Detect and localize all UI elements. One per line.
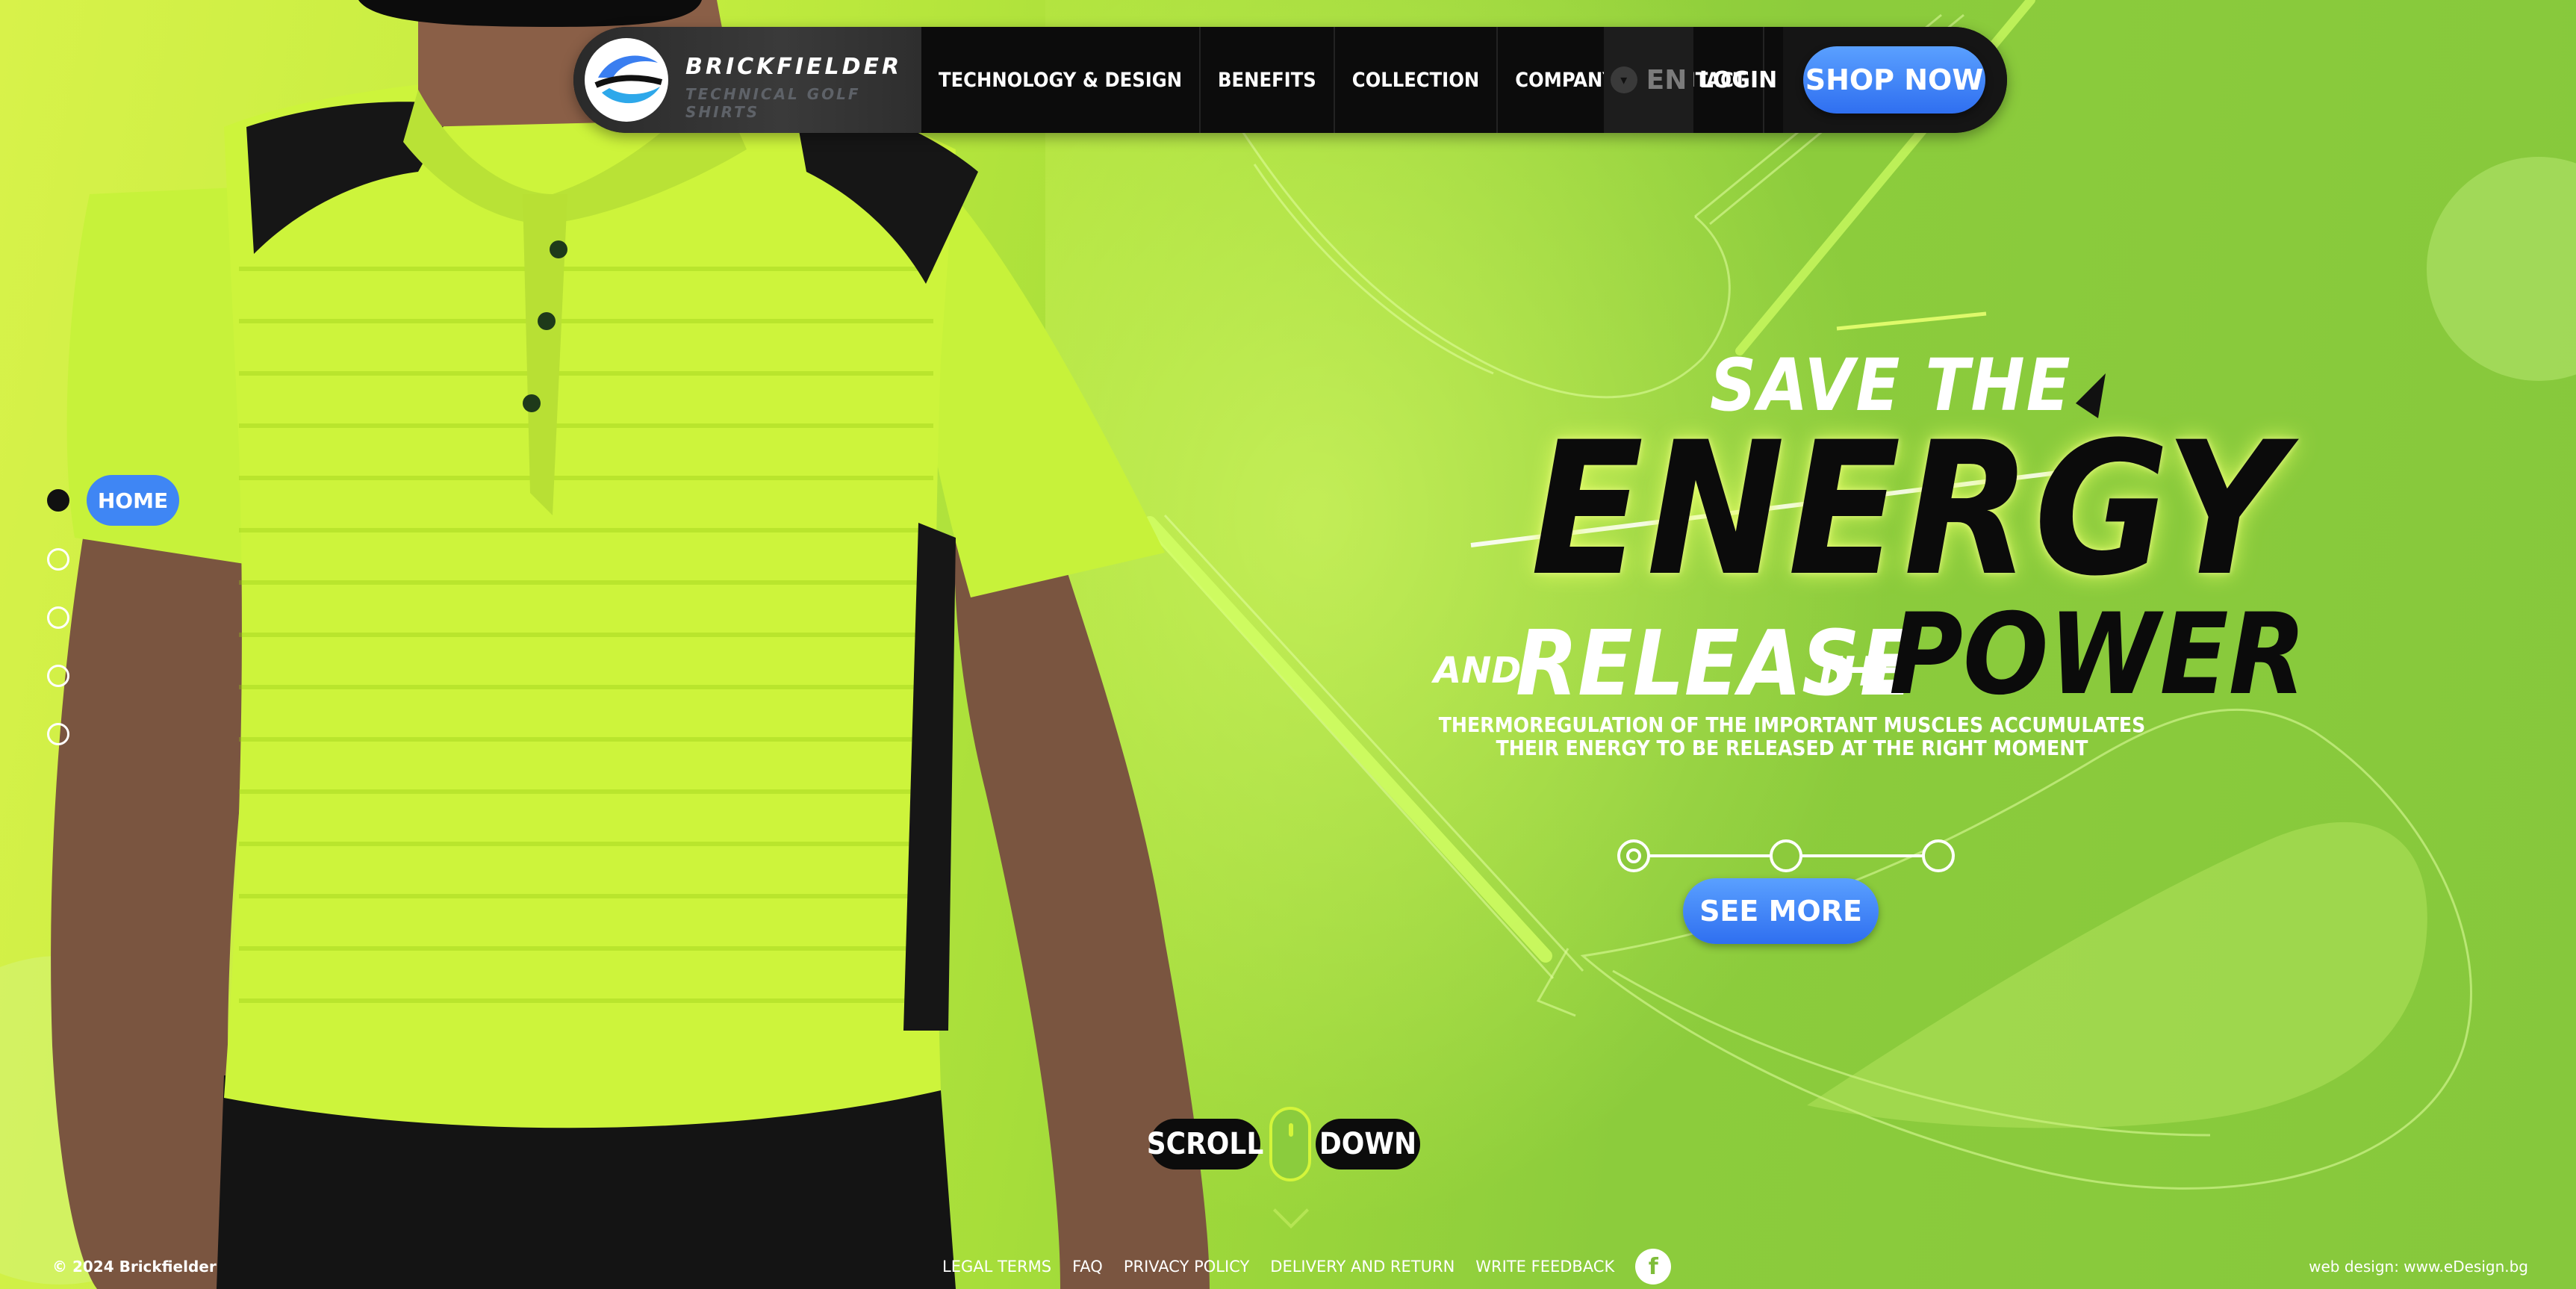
section-dot-3[interactable] — [47, 606, 69, 629]
hero-headline-power: POWER — [1889, 590, 2306, 720]
shirt-button — [523, 394, 541, 412]
shop-now-button[interactable]: SHOP NOW — [1803, 46, 1985, 114]
hero-headline-and: AND — [1434, 650, 1522, 692]
footer-link-write-feedback[interactable]: WRITE FEEDBACK — [1475, 1258, 1614, 1276]
nav-collection[interactable]: COLLECTION — [1335, 27, 1499, 133]
language-selector[interactable]: ▾ EN — [1604, 27, 1693, 133]
golf-ball-icon — [2427, 157, 2576, 381]
brand-tagline: TECHNICAL GOLF SHIRTS — [685, 85, 861, 121]
slide-dot-1[interactable] — [1617, 839, 1650, 872]
section-dot-4[interactable] — [47, 665, 69, 687]
slide-dot-2[interactable] — [1770, 839, 1802, 872]
login-link[interactable]: LOGIN — [1693, 27, 1783, 133]
section-dot-5[interactable] — [47, 723, 69, 745]
scroll-label[interactable]: SCROLL — [1147, 1119, 1263, 1170]
copyright-text: © 2024 Brickfielder — [52, 1258, 217, 1276]
brand-name: BRICKFIELDER — [685, 54, 903, 80]
footer-link-delivery-return[interactable]: DELIVERY AND RETURN — [1270, 1258, 1455, 1276]
language-label: EN — [1646, 64, 1687, 96]
hero-subtitle: THERMOREGULATION OF THE IMPORTANT MUSCLE… — [1419, 713, 2165, 760]
brickfielder-logo-icon — [585, 38, 668, 122]
design-credit[interactable]: web design: www.eDesign.bg — [2309, 1258, 2528, 1276]
footer-links: LEGAL TERMS FAQ PRIVACY POLICY DELIVERY … — [942, 1249, 1672, 1285]
brand-logo[interactable]: BRICKFIELDER TECHNICAL GOLF SHIRTS — [573, 27, 921, 133]
main-header: BRICKFIELDER TECHNICAL GOLF SHIRTS TECHN… — [573, 27, 2007, 133]
hero-subtitle-line-1: THERMOREGULATION OF THE IMPORTANT MUSCLE… — [1438, 712, 2146, 737]
hero-slide-indicator — [1614, 838, 1958, 874]
shirt-button — [538, 312, 556, 330]
slide-dot-3[interactable] — [1922, 839, 1955, 872]
shirt-button — [550, 240, 567, 258]
section-label-home[interactable]: HOME — [87, 475, 179, 526]
hero-headline-energy: ENERGY — [1531, 403, 2289, 617]
see-more-button[interactable]: SEE MORE — [1683, 878, 1879, 944]
nav-technology-design[interactable]: TECHNOLOGY & DESIGN — [921, 27, 1201, 133]
footer-link-privacy-policy[interactable]: PRIVACY POLICY — [1124, 1258, 1249, 1276]
down-label[interactable]: DOWN — [1316, 1119, 1420, 1170]
facebook-icon[interactable]: f — [1635, 1249, 1672, 1285]
footer-link-faq[interactable]: FAQ — [1072, 1258, 1103, 1276]
hero-subtitle-line-2: THEIR ENERGY TO BE RELEASED AT THE RIGHT… — [1496, 736, 2088, 760]
section-dot-2[interactable] — [47, 548, 69, 571]
nav-benefits[interactable]: BENEFITS — [1201, 27, 1335, 133]
chevron-down-icon: ▾ — [1610, 66, 1637, 93]
model-figure — [51, 0, 1210, 1289]
section-dot-home[interactable] — [47, 489, 69, 512]
mouse-scroll-icon[interactable] — [1269, 1107, 1311, 1181]
footer-link-legal-terms[interactable]: LEGAL TERMS — [942, 1258, 1051, 1276]
